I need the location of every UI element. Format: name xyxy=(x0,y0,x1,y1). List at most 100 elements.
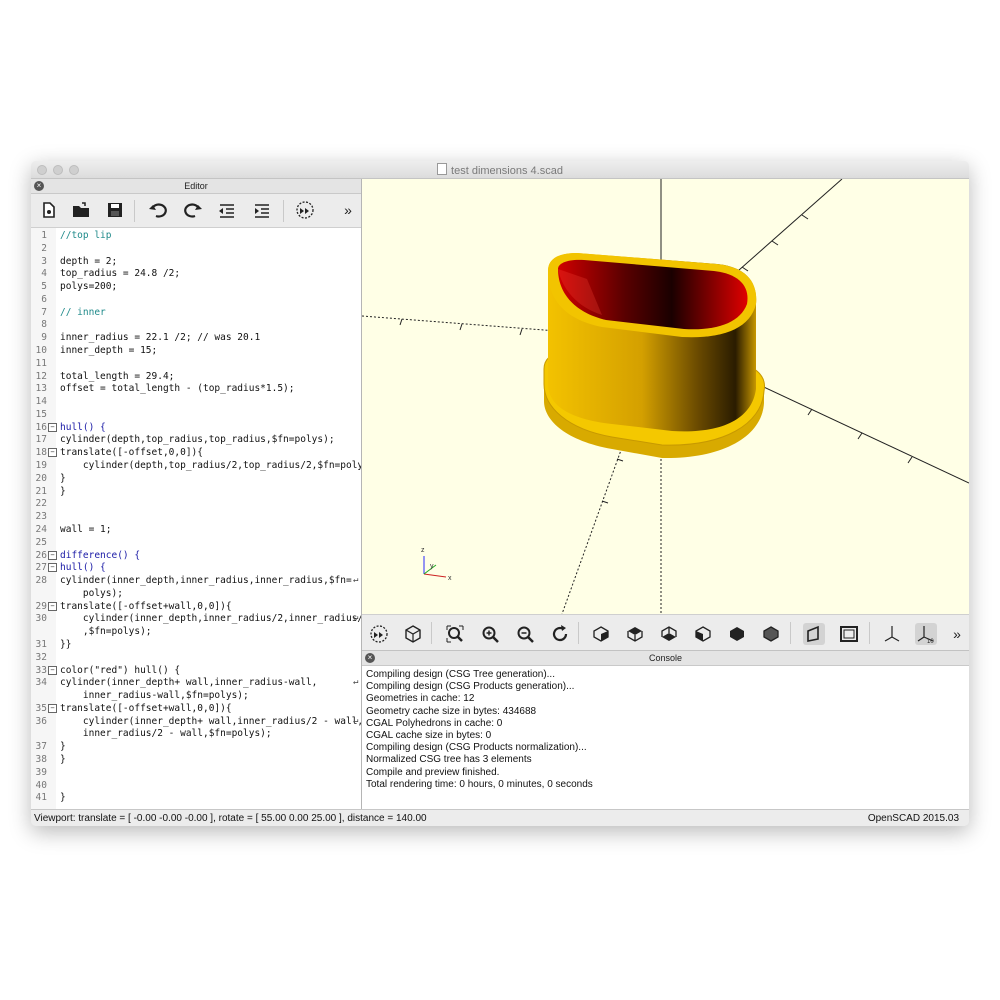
code-line[interactable]: 7 // inner xyxy=(31,306,361,319)
code-text: } xyxy=(60,485,66,497)
line-number: 6 xyxy=(41,293,47,305)
code-text: translate([-offset,0,0]){ xyxy=(60,447,203,459)
code-line[interactable]: 1 //top lip xyxy=(31,229,361,242)
fold-toggle-icon[interactable]: − xyxy=(48,448,57,458)
code-line[interactable]: 13 offset = total_length - (top_radius*1.… xyxy=(31,382,361,395)
code-text: inner_radius/2 - wall,$fn=polys); xyxy=(60,728,272,740)
code-line[interactable]: 5 polys=200; xyxy=(31,280,361,293)
code-text: hull() { xyxy=(60,562,106,574)
code-text: inner_depth = 15; xyxy=(60,345,158,357)
code-line[interactable]: 17 cylinder(depth,top_radius,top_radius,$… xyxy=(31,433,361,446)
more-icon[interactable]: » xyxy=(341,199,355,221)
code-line[interactable]: 22 xyxy=(31,497,361,510)
code-text: //top lip xyxy=(60,230,112,241)
code-line[interactable]: 30 cylinder(inner_depth,inner_radius/2,i… xyxy=(31,612,361,625)
code-text: cylinder(depth,top_radius,top_radius,$fn… xyxy=(60,434,335,446)
close-editor-icon[interactable]: × xyxy=(34,181,44,191)
code-line[interactable]: 15 xyxy=(31,408,361,421)
fold-toggle-icon[interactable]: − xyxy=(48,665,57,675)
code-line[interactable]: 31}} xyxy=(31,638,361,651)
undo-icon[interactable] xyxy=(147,199,169,221)
code-line[interactable]: 21} xyxy=(31,485,361,498)
code-line[interactable]: 25 xyxy=(31,536,361,549)
view-all-icon[interactable] xyxy=(444,623,466,645)
code-line[interactable]: 29− translate([-offset+wall,0,0]){ xyxy=(31,600,361,613)
code-line[interactable]: 18− translate([-offset,0,0]){ xyxy=(31,446,361,459)
fold-toggle-icon[interactable]: − xyxy=(48,601,57,611)
code-line[interactable]: 34 cylinder(inner_depth+ wall,inner_radiu… xyxy=(31,676,361,689)
fold-toggle-icon[interactable]: − xyxy=(48,703,57,713)
perspective-icon[interactable] xyxy=(803,623,825,645)
code-line[interactable]: 9 inner_radius = 22.1 /2; // was 20.1 xyxy=(31,331,361,344)
3d-viewport[interactable]: z y x xyxy=(362,179,969,614)
new-file-icon[interactable] xyxy=(37,199,59,221)
code-line[interactable]: 40 xyxy=(31,779,361,792)
code-line[interactable]: 11 xyxy=(31,357,361,370)
code-line[interactable]: 26− difference() { xyxy=(31,549,361,562)
reset-view-icon[interactable] xyxy=(549,623,571,645)
fold-toggle-icon[interactable]: − xyxy=(48,563,57,573)
code-line[interactable]: 8 xyxy=(31,318,361,331)
code-line[interactable]: 23 xyxy=(31,510,361,523)
line-number: 31 xyxy=(35,638,47,650)
show-axes-icon[interactable] xyxy=(881,623,903,645)
indent-icon[interactable] xyxy=(251,199,273,221)
code-line[interactable]: inner_radius-wall,$fn=polys); xyxy=(31,689,361,702)
code-line[interactable]: 12 total_length = 29.4; xyxy=(31,370,361,383)
code-line[interactable]: 14 xyxy=(31,395,361,408)
viewport-render: z y x xyxy=(362,179,969,614)
preview-icon[interactable] xyxy=(368,623,390,645)
unindent-icon[interactable] xyxy=(216,199,238,221)
code-line[interactable]: 4 top_radius = 24.8 /2; xyxy=(31,267,361,280)
open-file-icon[interactable] xyxy=(70,199,92,221)
show-scale-icon[interactable]: 10 xyxy=(915,623,937,645)
console-line: Compiling design (CSG Products generatio… xyxy=(366,681,575,693)
view-right-icon[interactable] xyxy=(590,623,612,645)
z-axis-label: z xyxy=(421,547,425,554)
code-line[interactable]: 39 xyxy=(31,766,361,779)
code-line[interactable]: inner_radius/2 - wall,$fn=polys); xyxy=(31,727,361,740)
code-line[interactable]: polys); xyxy=(31,587,361,600)
code-line[interactable]: 16− hull() { xyxy=(31,421,361,434)
code-line[interactable]: 37} xyxy=(31,740,361,753)
code-text: top_radius = 24.8 /2; xyxy=(60,268,181,280)
preview-icon[interactable] xyxy=(294,199,316,221)
console-output: Compiling design (CSG Tree generation)..… xyxy=(366,669,593,791)
redo-icon[interactable] xyxy=(182,199,204,221)
fold-toggle-icon[interactable]: − xyxy=(48,422,57,432)
code-line[interactable]: 32 xyxy=(31,651,361,664)
view-top-icon[interactable] xyxy=(624,623,646,645)
code-line[interactable]: 3 depth = 2; xyxy=(31,255,361,268)
zoom-out-icon[interactable] xyxy=(514,623,536,645)
line-number: 29 xyxy=(35,600,47,612)
save-icon[interactable] xyxy=(104,199,126,221)
view-left-icon[interactable] xyxy=(692,623,714,645)
code-editor[interactable]: 1 //top lip 2 3 depth = 2; 4 top_radius = 24.8… xyxy=(31,228,361,809)
code-line[interactable]: 6 xyxy=(31,293,361,306)
view-bottom-icon[interactable] xyxy=(658,623,680,645)
code-line[interactable]: ,$fn=polys); xyxy=(31,625,361,638)
code-line[interactable]: 33− color("red") hull() { xyxy=(31,664,361,677)
render-icon[interactable] xyxy=(402,623,424,645)
line-number: 28 xyxy=(35,575,47,587)
code-line[interactable]: 24 wall = 1; xyxy=(31,523,361,536)
code-line[interactable]: 28 cylinder(inner_depth,inner_radius,inne… xyxy=(31,574,361,587)
zoom-in-icon[interactable] xyxy=(479,623,501,645)
code-line[interactable]: 38} xyxy=(31,753,361,766)
editor-title: Editor xyxy=(184,181,208,191)
code-line[interactable]: 20} xyxy=(31,472,361,485)
orthogonal-icon[interactable] xyxy=(838,623,860,645)
code-line[interactable]: 36 cylinder(inner_depth+ wall,inner_radi… xyxy=(31,715,361,728)
code-line[interactable]: 10 inner_depth = 15; xyxy=(31,344,361,357)
code-line[interactable]: 41} xyxy=(31,791,361,804)
close-console-icon[interactable]: × xyxy=(365,653,375,663)
code-line[interactable]: 19 cylinder(depth,top_radius/2,top_radiu… xyxy=(31,459,361,472)
code-line[interactable]: 2 xyxy=(31,242,361,255)
more-icon[interactable]: » xyxy=(950,623,964,645)
view-front-icon[interactable] xyxy=(726,623,748,645)
view-back-icon[interactable] xyxy=(760,623,782,645)
fold-toggle-icon[interactable]: − xyxy=(48,550,57,560)
line-number: 19 xyxy=(35,460,47,472)
code-line[interactable]: 27− hull() { xyxy=(31,561,361,574)
code-line[interactable]: 35− translate([-offset+wall,0,0]){ xyxy=(31,702,361,715)
